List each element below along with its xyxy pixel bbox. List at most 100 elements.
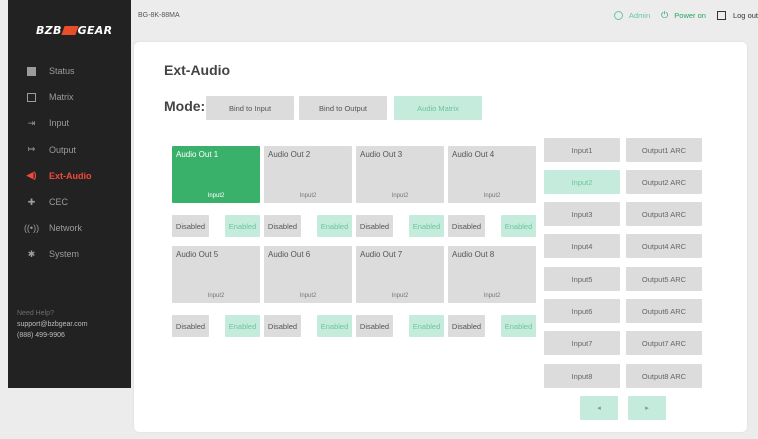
audio-out-1-disabled-button[interactable]: Disabled <box>172 215 209 237</box>
audio-out-3-disabled-button[interactable]: Disabled <box>356 215 393 237</box>
audio-out-8-disabled-button[interactable]: Disabled <box>448 315 485 337</box>
mode-bind-to-output-button[interactable]: Bind to Output <box>299 96 387 120</box>
power-button[interactable]: ⏻ Power on <box>661 10 706 21</box>
audio-out-name: Audio Out 5 <box>176 250 219 259</box>
audio-icon: ◀) <box>26 170 37 181</box>
nav-item-label: Network <box>49 223 83 234</box>
audio-out-5-disabled-button[interactable]: Disabled <box>172 315 209 337</box>
source-output-3-arc-button[interactable]: Output3 ARC <box>626 202 702 226</box>
audio-out-7-disabled-button[interactable]: Disabled <box>356 315 393 337</box>
nav-item-output[interactable]: ↦ Output <box>8 137 131 163</box>
audio-out-2-disabled-button[interactable]: Disabled <box>264 215 301 237</box>
top-bar-actions: Admin ⏻ Power on Log out <box>603 10 758 21</box>
source-output-7-arc-button[interactable]: Output7 ARC <box>626 331 702 355</box>
source-output-1-arc-button[interactable]: Output1 ARC <box>626 138 702 162</box>
audio-out-6-enabled-button[interactable]: Enabled <box>317 315 352 337</box>
audio-out-source: Input2 <box>299 293 317 299</box>
nav-item-network[interactable]: ((•)) Network <box>8 215 131 241</box>
source-input-1-button[interactable]: Input1 <box>544 138 620 162</box>
nav-menu: Status Matrix ⇥ Input ↦ Output ◀) Ext-Au… <box>8 58 131 268</box>
nav-item-label: Output <box>49 144 77 155</box>
admin-label: Admin <box>628 11 651 20</box>
audio-out-source: Input2 <box>483 293 501 299</box>
audio-out-2-enabled-button[interactable]: Enabled <box>317 215 352 237</box>
audio-out-5-enabled-button[interactable]: Enabled <box>225 315 260 337</box>
logout-label: Log out <box>732 11 758 20</box>
device-name: BG-8K-88MA <box>138 12 180 19</box>
source-output-8-arc-button[interactable]: Output8 ARC <box>626 364 702 388</box>
nav-item-status[interactable]: Status <box>8 58 131 84</box>
power-label: Power on <box>674 11 706 20</box>
nav-item-label: Input <box>49 118 70 129</box>
mode-bind-to-input-button[interactable]: Bind to Input <box>206 96 294 120</box>
audio-out-name: Audio Out 7 <box>360 250 403 259</box>
support-phone: (888) 499-9906 <box>17 332 65 339</box>
source-input-8-button[interactable]: Input8 <box>544 364 620 388</box>
audio-out-6-box[interactable]: Audio Out 6 Input2 <box>264 246 352 303</box>
audio-out-name: Audio Out 3 <box>360 150 403 159</box>
audio-out-8-enabled-button[interactable]: Enabled <box>501 315 536 337</box>
audio-out-1-box[interactable]: Audio Out 1 Input2 <box>172 146 260 203</box>
brand-logo: BZB GEAR <box>36 24 113 37</box>
audio-out-4-disabled-button[interactable]: Disabled <box>448 215 485 237</box>
mode-audio-matrix-button[interactable]: Audio Matrix <box>394 96 482 120</box>
audio-out-5-box[interactable]: Audio Out 5 Input2 <box>172 246 260 303</box>
output-icon: ↦ <box>27 144 36 155</box>
audio-out-3-enabled-button[interactable]: Enabled <box>409 215 444 237</box>
source-output-4-arc-button[interactable]: Output4 ARC <box>626 234 702 258</box>
page-title: Ext-Audio <box>164 62 231 78</box>
nav-item-label: System <box>49 249 80 260</box>
source-input-3-button[interactable]: Input3 <box>544 202 620 226</box>
source-input-7-button[interactable]: Input7 <box>544 331 620 355</box>
audio-out-7-box[interactable]: Audio Out 7 Input2 <box>356 246 444 303</box>
nav-item-cec[interactable]: ✚ CEC <box>8 189 131 215</box>
audio-out-source: Input2 <box>207 293 225 299</box>
audio-out-source: Input2 <box>391 193 409 199</box>
audio-out-name: Audio Out 6 <box>268 250 311 259</box>
nav-item-system[interactable]: ✱ System <box>8 241 131 267</box>
source-output-5-arc-button[interactable]: Output5 ARC <box>626 267 702 291</box>
admin-link[interactable]: Admin <box>613 11 651 20</box>
audio-out-4-enabled-button[interactable]: Enabled <box>501 215 536 237</box>
nav-item-label: Ext-Audio <box>49 170 92 181</box>
help-section: Need Help? support@bzbgear.com (888) 499… <box>17 308 88 341</box>
status-icon <box>26 66 37 77</box>
audio-out-source: Input2 <box>483 193 501 199</box>
audio-out-source: Input2 <box>207 193 225 199</box>
user-icon <box>613 11 623 20</box>
audio-out-8-box[interactable]: Audio Out 8 Input2 <box>448 246 536 303</box>
source-input-5-button[interactable]: Input5 <box>544 267 620 291</box>
source-input-4-button[interactable]: Input4 <box>544 234 620 258</box>
source-input-6-button[interactable]: Input6 <box>544 299 620 323</box>
sidebar: BZB GEAR Status Matrix ⇥ Input ↦ Output ◀… <box>8 0 131 388</box>
help-title: Need Help? <box>17 310 54 317</box>
audio-out-1-enabled-button[interactable]: Enabled <box>225 215 260 237</box>
prev-page-button[interactable]: ◂ <box>580 396 618 420</box>
audio-out-7-enabled-button[interactable]: Enabled <box>409 315 444 337</box>
nav-item-ext-audio[interactable]: ◀) Ext-Audio <box>8 163 131 189</box>
power-icon: ⏻ <box>661 10 669 20</box>
source-output-6-arc-button[interactable]: Output6 ARC <box>626 299 702 323</box>
audio-out-name: Audio Out 4 <box>452 150 495 159</box>
cec-icon: ✚ <box>27 196 36 207</box>
source-output-2-arc-button[interactable]: Output2 ARC <box>626 170 702 194</box>
logout-button[interactable]: Log out <box>716 11 758 20</box>
nav-item-input[interactable]: ⇥ Input <box>8 110 131 136</box>
main-card: Ext-Audio Mode: Bind to Input Bind to Ou… <box>134 42 747 432</box>
audio-out-4-box[interactable]: Audio Out 4 Input2 <box>448 146 536 203</box>
audio-out-3-box[interactable]: Audio Out 3 Input2 <box>356 146 444 203</box>
audio-out-2-box[interactable]: Audio Out 2 Input2 <box>264 146 352 203</box>
nav-item-label: Status <box>49 66 75 77</box>
nav-item-label: CEC <box>49 197 69 208</box>
audio-out-name: Audio Out 2 <box>268 150 311 159</box>
audio-out-name: Audio Out 8 <box>452 250 495 259</box>
audio-out-source: Input2 <box>299 193 317 199</box>
next-page-button[interactable]: ▸ <box>628 396 666 420</box>
support-email[interactable]: support@bzbgear.com <box>17 319 88 330</box>
source-input-2-button[interactable]: Input2 <box>544 170 620 194</box>
audio-out-source: Input2 <box>391 293 409 299</box>
network-icon: ((•)) <box>23 223 40 234</box>
nav-item-label: Matrix <box>49 92 74 103</box>
audio-out-6-disabled-button[interactable]: Disabled <box>264 315 301 337</box>
nav-item-matrix[interactable]: Matrix <box>8 84 131 110</box>
